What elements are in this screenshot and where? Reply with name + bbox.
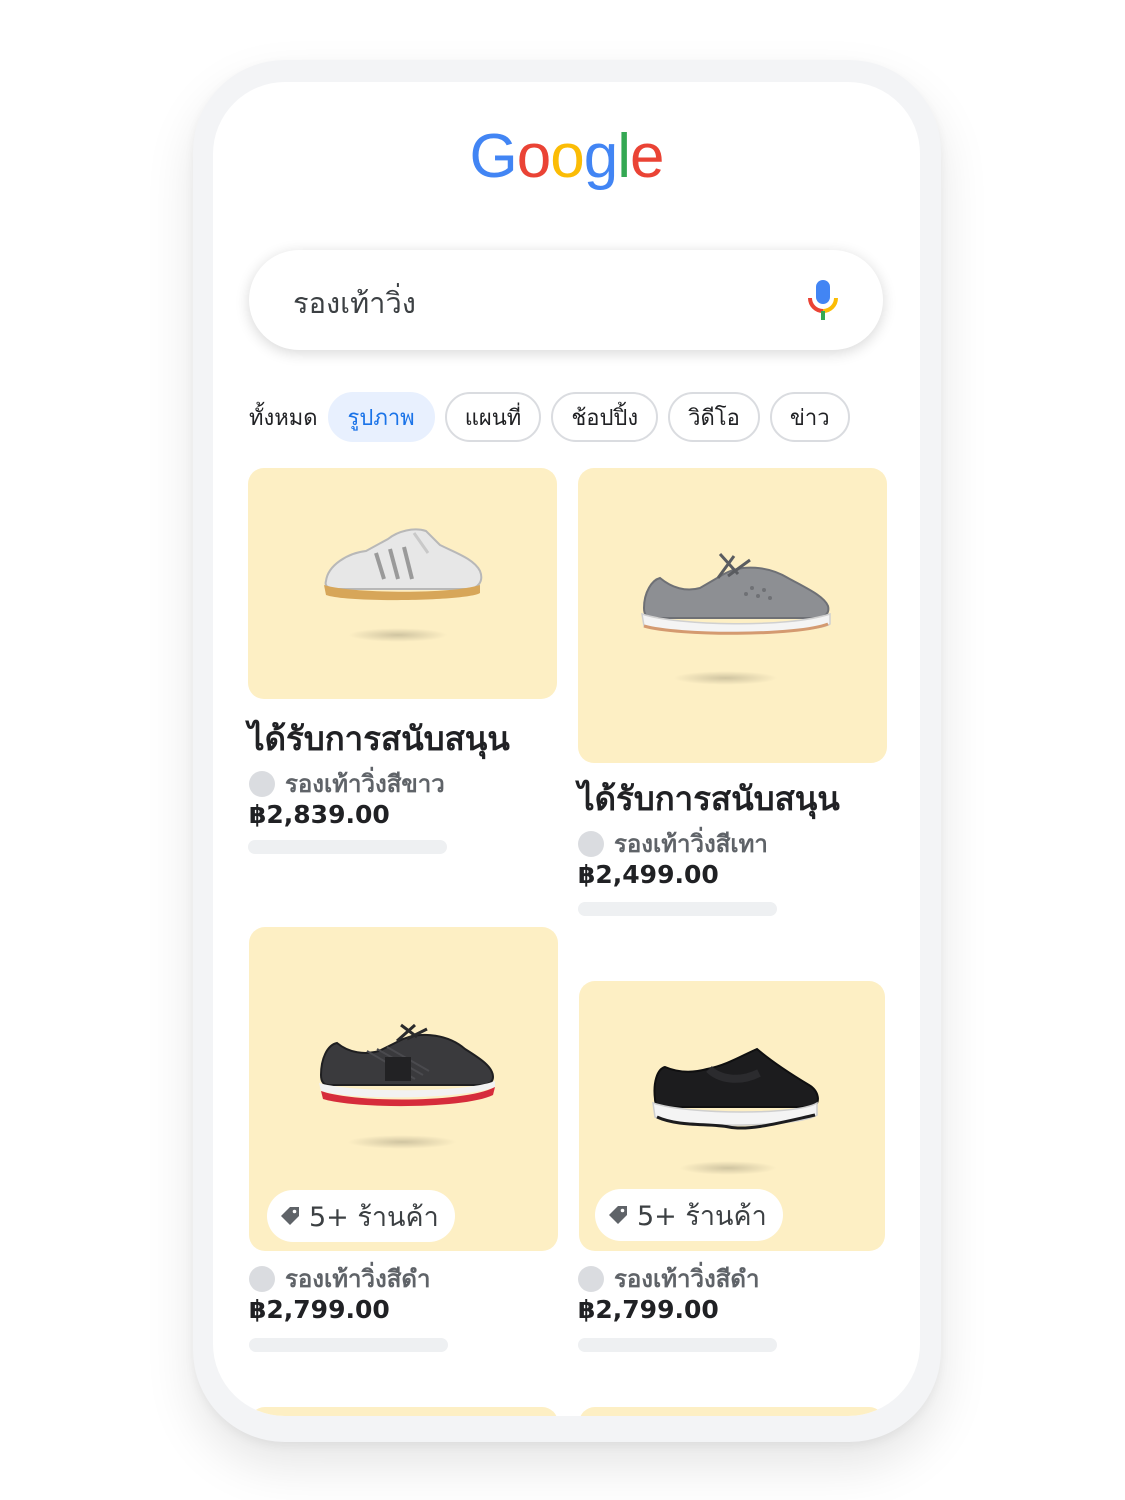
placeholder-bar [578,1338,777,1352]
product-price: ฿2,499.00 [578,860,719,889]
shoe-shadow [673,671,778,685]
store-row[interactable]: รองเท้าวิ่งสีดำ [578,1259,759,1298]
product-price: ฿2,799.00 [249,1295,390,1324]
store-favicon [578,1265,604,1292]
product-image-black-red-sneaker[interactable]: 5+ ร้านค้า [249,927,558,1251]
white-sneaker-image [324,528,483,601]
product-image-black-slip-on-sneaker[interactable]: 5+ ร้านค้า [579,981,885,1251]
store-favicon [578,830,604,857]
gray-sneaker-image [641,552,831,635]
product-image-white-sneaker[interactable] [248,468,557,699]
filter-bar: ทั้งหมด รูปภาพ แผนที่ ช้อปปิ้ง วิดีโอ ข่… [249,390,850,444]
chip-images[interactable]: รูปภาพ [327,392,435,442]
store-name: รองเท้าวิ่งสีขาว [285,770,445,798]
placeholder-bar [248,840,447,854]
store-favicon [249,770,275,797]
store-row[interactable]: รองเท้าวิ่งสีดำ [249,1259,430,1298]
phone-screen: Google รองเท้าวิ่ง ทั้งหมด รูปภาพ แผนที่… [213,82,920,1416]
logo-letter: g [583,122,618,191]
logo-letter: e [629,122,664,191]
filter-all[interactable]: ทั้งหมด [249,400,318,435]
product-price: ฿2,839.00 [249,800,390,829]
sponsored-label: ได้รับการสนับสนุน [578,779,840,818]
search-input[interactable]: รองเท้าวิ่ง [293,280,416,326]
shoe-shadow [347,1135,457,1149]
logo-letter: o [550,122,584,191]
chip-maps[interactable]: แผนที่ [444,392,542,442]
placeholder-bar [249,1338,448,1352]
product-price: ฿2,799.00 [578,1295,719,1324]
product-image-gray-sneaker[interactable] [578,468,887,763]
sponsored-label: ได้รับการสนับสนุน [248,719,510,758]
black-slip-on-sneaker-image [652,1047,819,1130]
stores-badge[interactable]: 5+ ร้านค้า [595,1189,783,1241]
stores-badge[interactable]: 5+ ร้านค้า [267,1190,455,1242]
store-row[interactable]: รองเท้าวิ่งสีขาว [249,764,445,803]
search-bar[interactable]: รองเท้าวิ่ง [249,250,883,350]
logo-letter: o [516,122,551,191]
black-red-sneaker-image [319,1023,495,1107]
tag-icon [281,1207,299,1225]
shoe-shadow [348,628,448,642]
chip-shopping[interactable]: ช้อปปิ้ง [551,392,659,442]
chip-videos[interactable]: วิดีโอ [668,392,760,442]
product-image-next-row[interactable] [249,1407,558,1416]
tag-icon [609,1206,627,1224]
stores-badge-label: 5+ ร้านค้า [309,1201,439,1233]
store-name: รองเท้าวิ่งสีเทา [614,830,768,858]
logo-letter: l [617,122,631,191]
placeholder-bar [578,902,777,916]
shoe-shadow [679,1161,777,1175]
store-favicon [249,1265,275,1292]
google-logo: Google [213,126,920,188]
mic-icon[interactable] [805,278,841,322]
stores-badge-label: 5+ ร้านค้า [637,1200,767,1232]
store-row[interactable]: รองเท้าวิ่งสีเทา [578,824,768,863]
chip-news[interactable]: ข่าว [769,392,850,442]
store-name: รองเท้าวิ่งสีดำ [285,1265,431,1293]
logo-letter: G [469,122,518,191]
store-name: รองเท้าวิ่งสีดำ [614,1265,760,1293]
product-image-next-row[interactable] [579,1407,885,1416]
